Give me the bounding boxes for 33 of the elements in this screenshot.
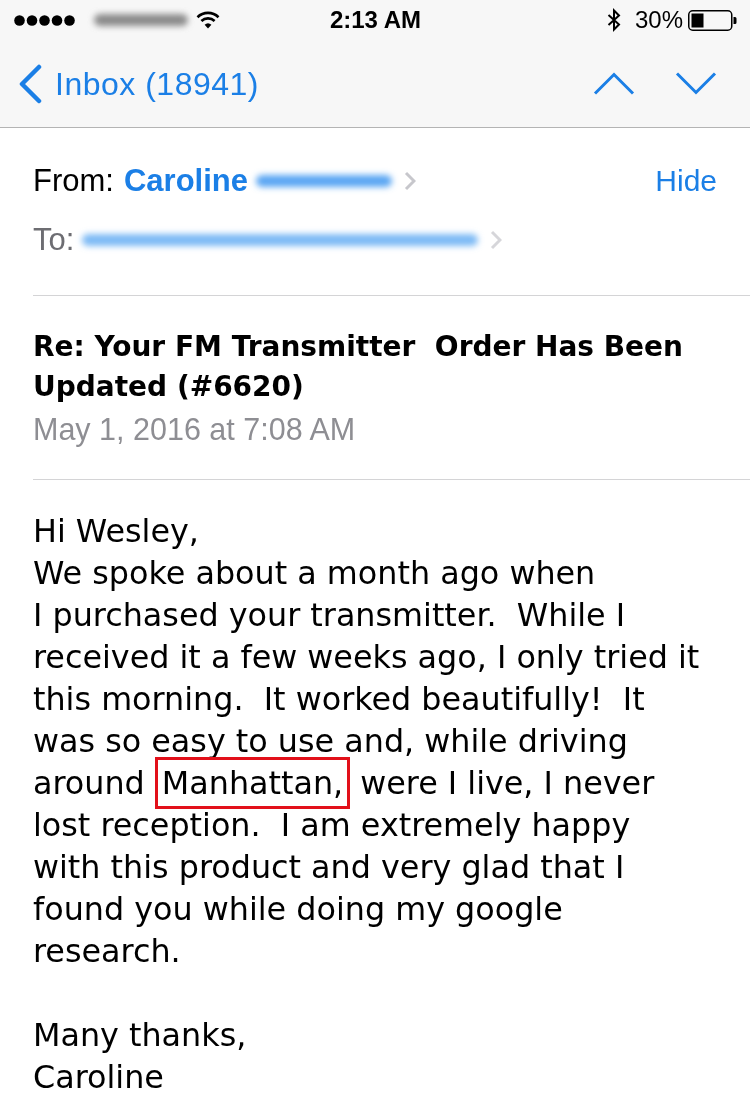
signal-strength-icon: [14, 14, 76, 26]
body-text: this morning. It worked beautifully! It: [33, 679, 645, 719]
battery-percentage: 30%: [634, 6, 683, 34]
next-message-button[interactable]: [675, 72, 717, 95]
body-text: with this product and very glad that I: [33, 847, 625, 887]
email-subject: Re: Your FM Transmitter Order Has Been Updated (#6620): [33, 329, 685, 405]
body-text: research.: [33, 931, 181, 971]
battery-icon: [688, 9, 737, 31]
chevron-up-icon: [593, 72, 635, 95]
chevron-right-icon: [403, 171, 416, 191]
chevron-down-icon: [675, 72, 717, 95]
body-text: I purchased your transmitter. While I: [33, 595, 626, 635]
body-text: Caroline: [33, 1057, 164, 1097]
body-text: were I live, I never: [360, 763, 655, 803]
body-text: found you while doing my google: [33, 889, 563, 929]
body-text: Many thanks,: [33, 1015, 247, 1055]
status-time: 2:13 AM: [329, 6, 422, 34]
back-button[interactable]: Inbox (18941): [18, 63, 259, 104]
bluetooth-icon: [606, 8, 621, 32]
from-label: From:: [33, 162, 114, 200]
body-text: We spoke about a month ago when: [33, 553, 596, 593]
sender-name[interactable]: Caroline: [123, 161, 248, 201]
email-date: May 1, 2016 at 7:08 AM: [33, 411, 357, 447]
previous-message-button[interactable]: [593, 72, 635, 95]
to-label: To:: [33, 221, 75, 259]
hide-button[interactable]: Hide: [655, 161, 717, 201]
body-text: around: [33, 763, 145, 803]
chevron-right-icon: [490, 230, 503, 250]
body-text: received it a few weeks ago, I only tried it: [33, 637, 700, 677]
body-text: Hi Wesley,: [33, 511, 199, 551]
wifi-icon: [196, 11, 220, 29]
highlighted-word: Manhattan,: [154, 757, 351, 809]
chevron-left-icon: [18, 63, 42, 104]
